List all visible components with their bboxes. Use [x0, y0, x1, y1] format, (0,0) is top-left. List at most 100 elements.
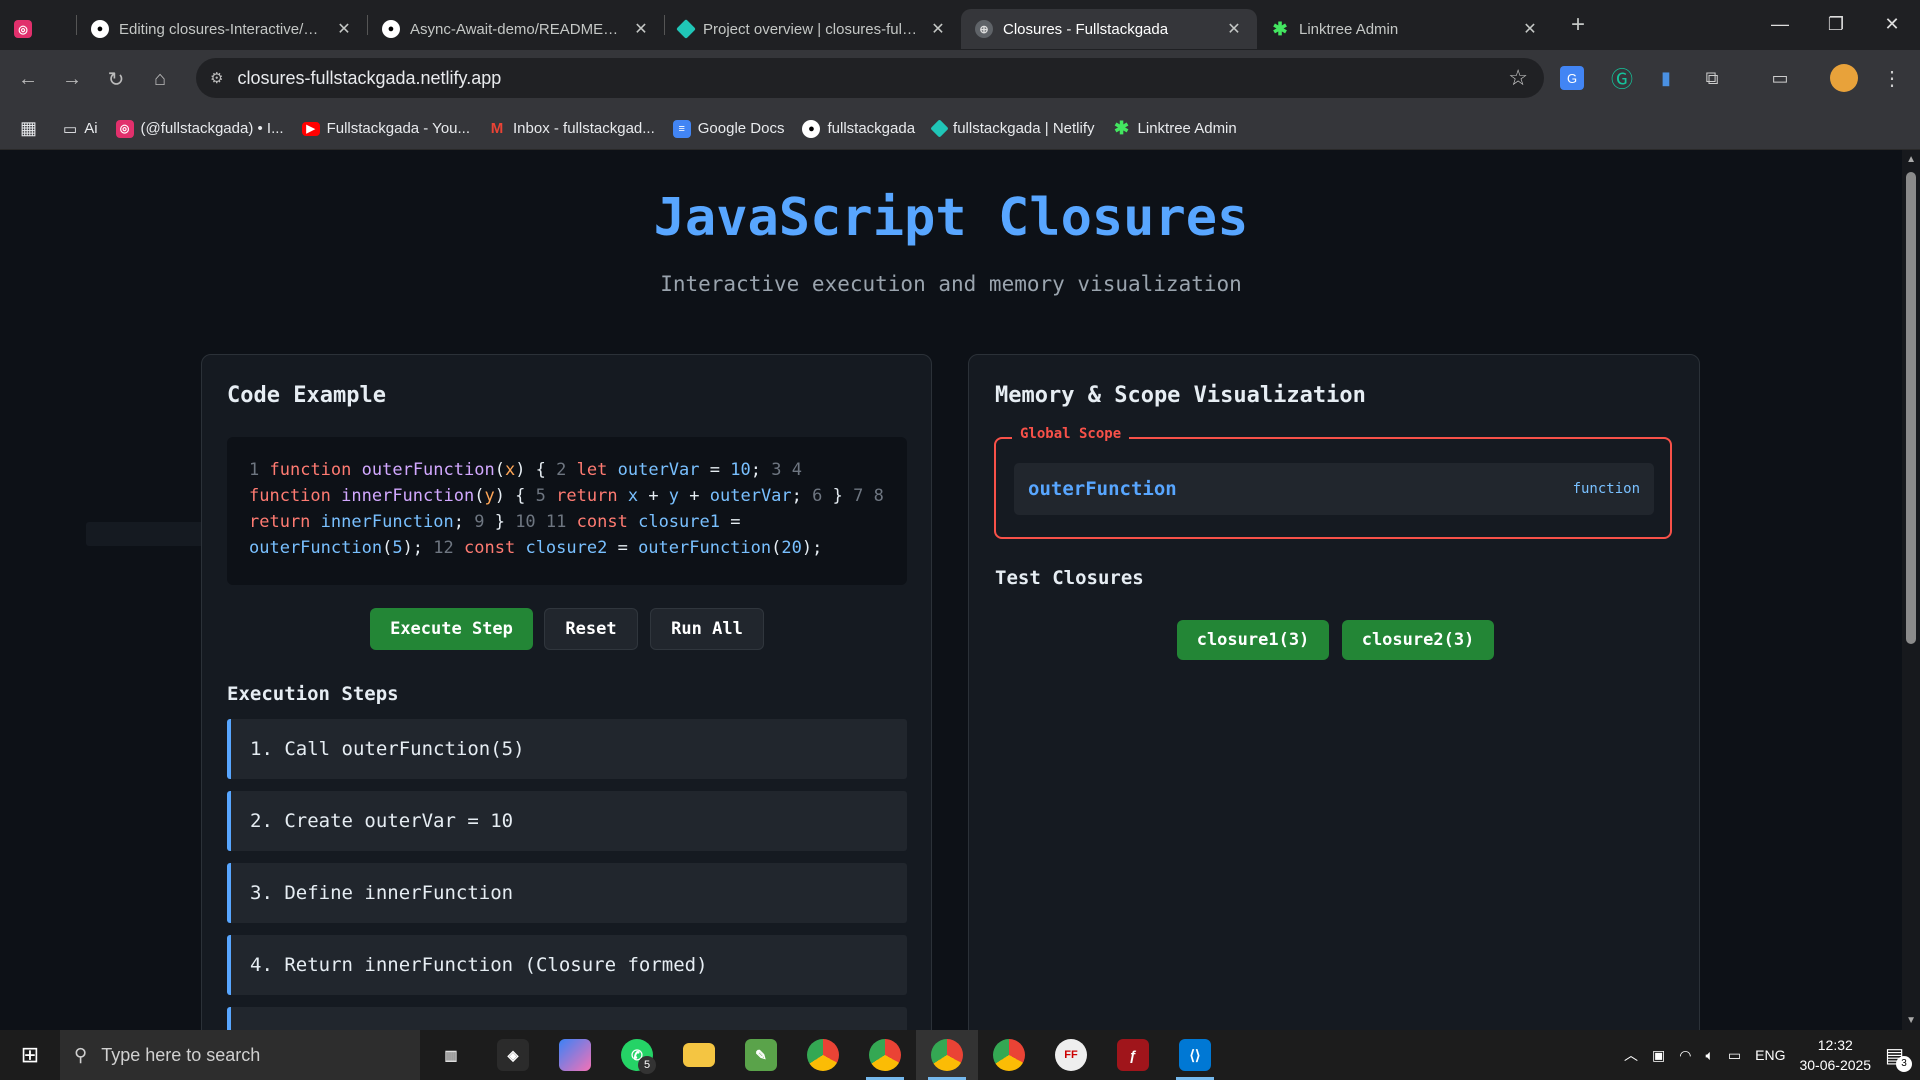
reset-button[interactable]: Reset — [544, 608, 638, 650]
tab-async-await[interactable]: ● Async-Await-demo/README.md ✕ — [368, 9, 664, 49]
home-icon[interactable]: ⌂ — [138, 68, 182, 91]
tab-title: Editing closures-Interactive/README — [119, 20, 325, 38]
linktree-icon: ✱ — [1113, 118, 1130, 138]
bookmark-google-docs[interactable]: ≡ Google Docs — [672, 119, 784, 138]
bookmark-label: Inbox - fullstackgad... — [513, 120, 655, 137]
bookmark-star-icon[interactable]: ☆ — [1508, 65, 1528, 91]
tab-editing-closures[interactable]: ● Editing closures-Interactive/README ✕ — [77, 9, 367, 49]
scroll-up-icon[interactable]: ▲ — [1906, 154, 1916, 165]
new-tab-button[interactable]: + — [1563, 11, 1593, 39]
meet-icon[interactable]: ▣ — [1652, 1047, 1665, 1064]
grammarly-icon[interactable]: Ⓖ — [1606, 62, 1638, 94]
tab-search-icon[interactable]: ▭ — [1764, 62, 1796, 94]
chrome-icon[interactable] — [792, 1030, 854, 1080]
github-icon: ● — [91, 20, 109, 38]
close-icon[interactable]: ✕ — [929, 19, 947, 39]
browser-toolbar: ← → ↻ ⌂ ⚙ closures-fullstackgada.netlify… — [0, 50, 1920, 108]
tab-title: Linktree Admin — [1299, 20, 1399, 38]
apps-grid-icon[interactable]: ▦ — [20, 118, 37, 139]
bookmark-netlify[interactable]: fullstackgada | Netlify — [930, 119, 1095, 138]
notification-count: 3 — [1896, 1055, 1912, 1072]
wifi-icon[interactable]: ◠ — [1679, 1047, 1691, 1064]
extensions-puzzle-icon[interactable]: ⧉ — [1696, 62, 1728, 94]
memory-panel-heading: Memory & Scope Visualization — [995, 383, 1366, 408]
menu-icon[interactable]: ⋮ — [1876, 62, 1908, 94]
search-icon: ⚲ — [74, 1044, 88, 1065]
search-placeholder: Type here to search — [101, 1044, 261, 1065]
address-bar[interactable]: ⚙ closures-fullstackgada.netlify.app ☆ — [196, 58, 1544, 98]
bookmark-label: (@fullstackgada) • I... — [140, 120, 284, 137]
github-icon: ● — [802, 119, 821, 138]
bookmark-label: Ai — [84, 120, 98, 137]
site-info-icon[interactable]: ⚙ — [210, 69, 223, 87]
execute-step-button[interactable]: Execute Step — [370, 608, 533, 650]
file-explorer-icon[interactable] — [668, 1030, 730, 1080]
closure2-button[interactable]: closure2(3) — [1342, 620, 1494, 660]
taskbar-search[interactable]: ⚲ Type here to search — [60, 1030, 420, 1080]
whatsapp-badge: 5 — [638, 1056, 656, 1074]
bookmark-youtube[interactable]: ▶ Fullstackgada - You... — [301, 120, 470, 137]
task-view-icon[interactable]: ▥ — [420, 1030, 482, 1080]
code-block: 1 function outerFunction(x) { 2 let oute… — [227, 437, 907, 585]
minimize-icon[interactable]: — — [1752, 0, 1808, 48]
run-all-button[interactable]: Run All — [650, 608, 764, 650]
chrome-profile-active-icon[interactable] — [916, 1030, 978, 1080]
window-controls: — ❐ ✕ — [1752, 0, 1920, 48]
execution-step: 2. Create outerVar = 10 — [227, 791, 907, 851]
clock-time: 12:32 — [1817, 1037, 1853, 1053]
bookmark-instagram[interactable]: ◎ (@fullstackgada) • I... — [115, 119, 284, 138]
windows-start-icon[interactable]: ⊞ — [0, 1030, 60, 1080]
tab-instagram[interactable]: ◎ — [0, 9, 76, 49]
reload-icon[interactable]: ↻ — [94, 67, 138, 92]
clock-date: 30-06-2025 — [1799, 1057, 1872, 1073]
close-icon[interactable]: ✕ — [1521, 19, 1539, 39]
back-icon[interactable]: ← — [6, 68, 50, 91]
page-subtitle: Interactive execution and memory visuali… — [660, 272, 1242, 296]
execution-step: 4. Return innerFunction (Closure formed) — [227, 935, 907, 995]
global-scope-box: Global Scope outerFunction function — [994, 426, 1672, 539]
battery-icon[interactable]: ▭ — [1728, 1047, 1741, 1064]
bookmark-github[interactable]: ● fullstackgada — [802, 119, 916, 138]
closure1-button[interactable]: closure1(3) — [1177, 620, 1329, 660]
folder-icon: ▭ — [63, 120, 78, 138]
forward-icon[interactable]: → — [50, 68, 94, 91]
ffdec-icon[interactable]: FF — [1040, 1030, 1102, 1080]
chrome-profile-icon[interactable] — [854, 1030, 916, 1080]
app-icon[interactable]: ◈ — [482, 1030, 544, 1080]
extension-icon[interactable]: ▮ — [1650, 62, 1682, 94]
notepad-icon[interactable]: ✎ — [730, 1030, 792, 1080]
close-icon[interactable]: ✕ — [335, 19, 353, 39]
close-icon[interactable]: ✕ — [1225, 19, 1243, 39]
tab-linktree[interactable]: ✱ Linktree Admin ✕ — [1257, 9, 1553, 49]
avatar[interactable] — [1830, 64, 1858, 92]
linktree-icon: ✱ — [1272, 18, 1288, 39]
bookmark-label: fullstackgada — [827, 120, 916, 137]
volume-icon[interactable]: 🔈︎ — [1705, 1047, 1713, 1064]
scrollbar-thumb[interactable] — [1906, 172, 1916, 644]
language-indicator[interactable]: ENG — [1755, 1047, 1785, 1063]
chrome-alt-icon[interactable] — [978, 1030, 1040, 1080]
copilot-icon[interactable] — [544, 1030, 606, 1080]
close-icon[interactable]: ✕ — [632, 19, 650, 39]
bookmark-ai[interactable]: ▭ Ai — [63, 120, 98, 138]
notifications-icon[interactable]: ▤ 3 — [1885, 1043, 1912, 1072]
bookmark-gmail[interactable]: M Inbox - fullstackgad... — [488, 120, 655, 138]
youtube-icon: ▶ — [301, 121, 320, 136]
translate-icon[interactable]: G — [1560, 66, 1584, 90]
whatsapp-icon[interactable]: ✆ 5 — [606, 1030, 668, 1080]
bookmark-linktree[interactable]: ✱ Linktree Admin — [1113, 118, 1237, 138]
address-url[interactable]: closures-fullstackgada.netlify.app — [237, 68, 501, 89]
variable-type: function — [1572, 481, 1640, 497]
browser-tab-strip: ◎ ● Editing closures-Interactive/README … — [0, 0, 1920, 50]
scroll-down-icon[interactable]: ▼ — [1906, 1015, 1916, 1026]
bookmarks-bar: ▦ ▭ Ai ◎ (@fullstackgada) • I... ▶ Fullstac… — [0, 108, 1920, 150]
vscode-icon[interactable]: ⟨⟩ — [1164, 1030, 1226, 1080]
variable-name: outerFunction — [1028, 478, 1177, 500]
restore-icon[interactable]: ❐ — [1808, 0, 1864, 48]
close-window-icon[interactable]: ✕ — [1864, 0, 1920, 48]
clock[interactable]: 12:32 30-06-2025 — [1799, 1035, 1871, 1075]
flash-icon[interactable]: ƒ — [1102, 1030, 1164, 1080]
tab-project-overview[interactable]: Project overview | closures-fullstackgad… — [665, 9, 961, 49]
chevron-up-icon[interactable]: ︿ — [1624, 1045, 1638, 1065]
tab-closures-active[interactable]: ⊕ Closures - Fullstackgada ✕ — [961, 9, 1257, 49]
